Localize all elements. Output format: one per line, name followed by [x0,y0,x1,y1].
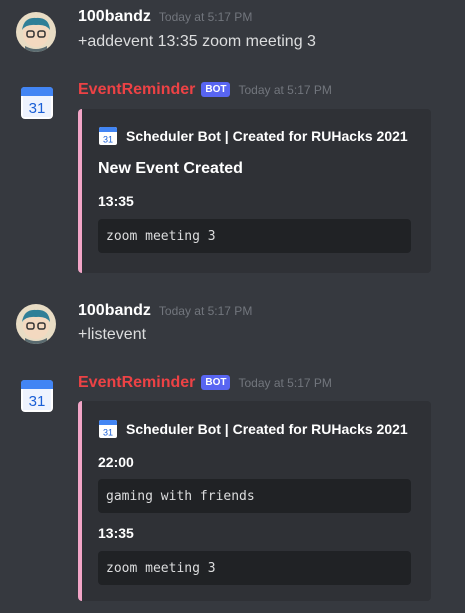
timestamp[interactable]: Today at 5:17 PM [159,10,252,24]
user-avatar[interactable] [16,304,56,344]
svg-text:31: 31 [103,428,113,438]
embed-field-name: 13:35 [98,193,134,209]
embed-author-name: Scheduler Bot | Created for RUHacks 2021 [126,128,408,144]
timestamp[interactable]: Today at 5:17 PM [238,83,331,97]
embed-field-value: gaming with friends [98,479,411,513]
embed-title: New Event Created [98,160,243,177]
embed-author-name: Scheduler Bot | Created for RUHacks 2021 [126,421,408,437]
timestamp[interactable]: Today at 5:17 PM [238,376,331,390]
calendar-number: 31 [29,393,46,410]
username[interactable]: EventReminder [78,374,195,392]
google-calendar-icon: 31 [21,380,53,412]
message-content: +listevent [78,326,147,343]
message-content: +addevent 13:35 zoom meeting 3 [78,33,316,50]
calendar-number: 31 [29,100,46,117]
embed-card: 31 Scheduler Bot | Created for RUHacks 2… [78,109,431,273]
embed-author: 31 Scheduler Bot | Created for RUHacks 2… [98,126,408,146]
bot-tag: BOT [201,375,231,390]
username[interactable]: 100bandz [78,8,151,26]
google-calendar-icon: 31 [99,420,117,438]
anime-avatar-icon [16,304,56,344]
message-header: 100bandz Today at 5:17 PM [78,8,252,26]
timestamp[interactable]: Today at 5:17 PM [159,304,252,318]
bot-avatar[interactable]: 31 [16,84,56,124]
svg-text:31: 31 [103,135,113,145]
username[interactable]: EventReminder [78,81,195,99]
message-header: EventReminder BOT Today at 5:17 PM [78,81,332,99]
user-avatar[interactable] [16,12,56,52]
embed-card: 31 Scheduler Bot | Created for RUHacks 2… [78,401,431,601]
username[interactable]: 100bandz [78,302,151,320]
embed-field-value: zoom meeting 3 [98,219,411,253]
embed-field-name: 13:35 [98,525,134,541]
google-calendar-icon: 31 [21,87,53,119]
bot-tag: BOT [201,82,231,97]
message-header: EventReminder BOT Today at 5:17 PM [78,374,332,392]
google-calendar-icon: 31 [99,127,117,145]
message-header: 100bandz Today at 5:17 PM [78,302,252,320]
embed-field-value: zoom meeting 3 [98,551,411,585]
embed-author: 31 Scheduler Bot | Created for RUHacks 2… [98,419,408,439]
anime-avatar-icon [16,12,56,52]
bot-avatar[interactable]: 31 [16,377,56,417]
embed-field-name: 22:00 [98,454,134,470]
